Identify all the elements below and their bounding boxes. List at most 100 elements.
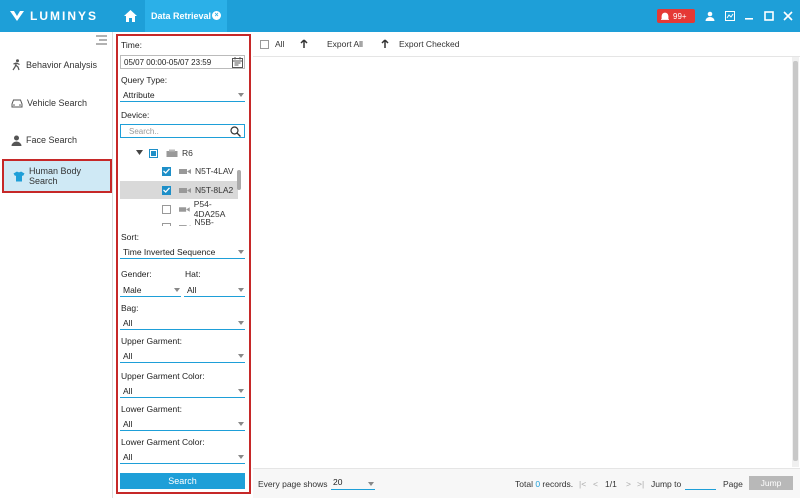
hat-select[interactable]: All	[184, 283, 245, 297]
checkbox-camera[interactable]	[162, 204, 171, 214]
monitor-button[interactable]	[723, 9, 737, 23]
page-shows-label: Every page shows	[258, 479, 328, 489]
luminys-logo-icon	[10, 11, 24, 21]
tree-label: P54-4DA25A	[193, 199, 226, 219]
shirt-icon	[13, 171, 25, 181]
tree-label: N5T-8LA2	[195, 185, 234, 195]
close-tab-icon[interactable]: ×	[212, 11, 221, 20]
tree-item-camera-selected[interactable]: N5T-8LA2	[120, 181, 238, 199]
sidebar-item-vehicle-search[interactable]: Vehicle Search	[0, 86, 112, 120]
home-button[interactable]	[116, 0, 144, 32]
upper-garment-color-select[interactable]: All	[120, 384, 245, 398]
maximize-button[interactable]	[762, 9, 776, 23]
next-page-icon[interactable]: >	[626, 479, 631, 489]
prev-page-icon[interactable]: <	[593, 479, 598, 489]
checkbox-camera[interactable]	[162, 222, 171, 226]
device-tree: R6 N5T-4LAV N5T-8LA2 P54-4DA25A N5B-4LA2…	[120, 140, 245, 226]
sidebar-item-label: Face Search	[26, 135, 78, 145]
lower-garment-select[interactable]: All	[120, 417, 245, 431]
scrollbar-thumb[interactable]	[793, 61, 798, 461]
device-search-input[interactable]: Search..	[120, 124, 245, 138]
camera-icon	[179, 168, 191, 174]
calendar-icon[interactable]	[232, 57, 243, 68]
checkbox-camera[interactable]	[162, 185, 171, 195]
chevron-down-icon	[238, 250, 244, 254]
results-scrollbar[interactable]	[792, 57, 799, 467]
camera-icon	[179, 224, 191, 226]
hat-label: Hat:	[185, 269, 201, 279]
total-records: Total 0 records.	[515, 479, 573, 489]
results-area	[253, 57, 791, 467]
chevron-down-icon	[238, 389, 244, 393]
user-button[interactable]	[703, 9, 717, 23]
export-checked-button[interactable]: Export Checked	[380, 39, 459, 49]
export-icon	[300, 39, 308, 48]
total-prefix: Total	[515, 479, 536, 489]
tree-item-camera[interactable]: N5B-4LA2C	[120, 217, 238, 226]
tree-item-camera[interactable]: N5T-4LAV	[120, 162, 238, 180]
jump-page-input[interactable]	[685, 477, 716, 490]
search-icon[interactable]	[230, 126, 241, 137]
lower-garment-color-label: Lower Garment Color:	[121, 437, 205, 447]
monitor-icon	[725, 11, 735, 21]
results-toolbar: All Export All Export Checked	[253, 32, 800, 57]
checkbox-r6[interactable]	[149, 148, 158, 158]
export-icon	[381, 39, 389, 48]
checkbox-all[interactable]	[260, 39, 269, 49]
gender-select[interactable]: Male	[120, 283, 181, 297]
sidebar-item-face-search[interactable]: Face Search	[0, 123, 112, 157]
expand-arrow-icon[interactable]	[136, 150, 143, 156]
bag-select[interactable]: All	[120, 316, 245, 330]
chevron-down-icon	[368, 482, 374, 486]
nvr-icon	[166, 149, 178, 157]
upper-garment-select[interactable]: All	[120, 349, 245, 363]
sidebar-item-label: Behavior Analysis	[26, 60, 98, 70]
car-icon	[11, 99, 23, 108]
person-icon	[11, 135, 22, 146]
jump-button[interactable]: Jump	[749, 476, 793, 490]
chevron-down-icon	[174, 288, 180, 292]
page-size-value: 20	[333, 477, 343, 487]
tree-group-r6[interactable]: R6	[120, 144, 238, 162]
checkbox-camera[interactable]	[162, 166, 171, 176]
tab-data-retrieval[interactable]: Data Retrieval ×	[145, 0, 227, 32]
lower-garment-label: Lower Garment:	[121, 404, 182, 414]
page-indicator: 1/1	[605, 479, 617, 489]
lower-garment-color-value: All	[123, 451, 133, 462]
last-page-icon[interactable]: >|	[637, 479, 644, 489]
close-window-button[interactable]	[781, 9, 795, 23]
sidebar-item-human-body-search[interactable]: Human Body Search	[2, 159, 112, 193]
upper-garment-value: All	[123, 350, 133, 361]
tree-label: N5T-4LAV	[195, 166, 234, 176]
page-size-select[interactable]: 20	[331, 477, 375, 490]
device-tree-scrollbar[interactable]	[237, 170, 241, 190]
chevron-down-icon	[238, 455, 244, 459]
sort-value: Time Inverted Sequence	[123, 246, 216, 257]
app-logo: LUMINYS	[9, 8, 98, 24]
tree-item-camera[interactable]: P54-4DA25A	[120, 199, 238, 219]
bag-label: Bag:	[121, 303, 139, 313]
chevron-down-icon	[238, 422, 244, 426]
lower-garment-color-select[interactable]: All	[120, 450, 245, 464]
device-label: Device:	[121, 110, 150, 120]
sidebar: Behavior Analysis Vehicle Search Face Se…	[0, 32, 113, 498]
tree-label: N5B-4LA2C	[194, 217, 214, 226]
alarm-count: 99+	[673, 11, 687, 21]
chevron-down-icon	[238, 93, 244, 97]
menu-collapse-icon[interactable]	[96, 35, 107, 45]
time-range-field[interactable]: 05/07 00:00-05/07 23:59	[120, 55, 245, 69]
alarm-badge[interactable]: 99+	[657, 9, 695, 23]
select-all-checkbox[interactable]: All	[260, 39, 284, 49]
minimize-button[interactable]	[742, 9, 756, 23]
upper-garment-color-value: All	[123, 385, 133, 396]
query-type-value: Attribute	[123, 89, 155, 100]
total-suffix: records.	[540, 479, 574, 489]
first-page-icon[interactable]: |<	[579, 479, 586, 489]
user-icon	[705, 11, 715, 21]
sidebar-item-behavior-analysis[interactable]: Behavior Analysis	[0, 48, 112, 82]
sort-select[interactable]: Time Inverted Sequence	[120, 245, 245, 259]
page-label: Page	[723, 479, 743, 489]
query-type-select[interactable]: Attribute	[120, 88, 245, 102]
search-button[interactable]: Search	[120, 473, 245, 489]
export-all-button[interactable]: Export All	[299, 39, 363, 49]
